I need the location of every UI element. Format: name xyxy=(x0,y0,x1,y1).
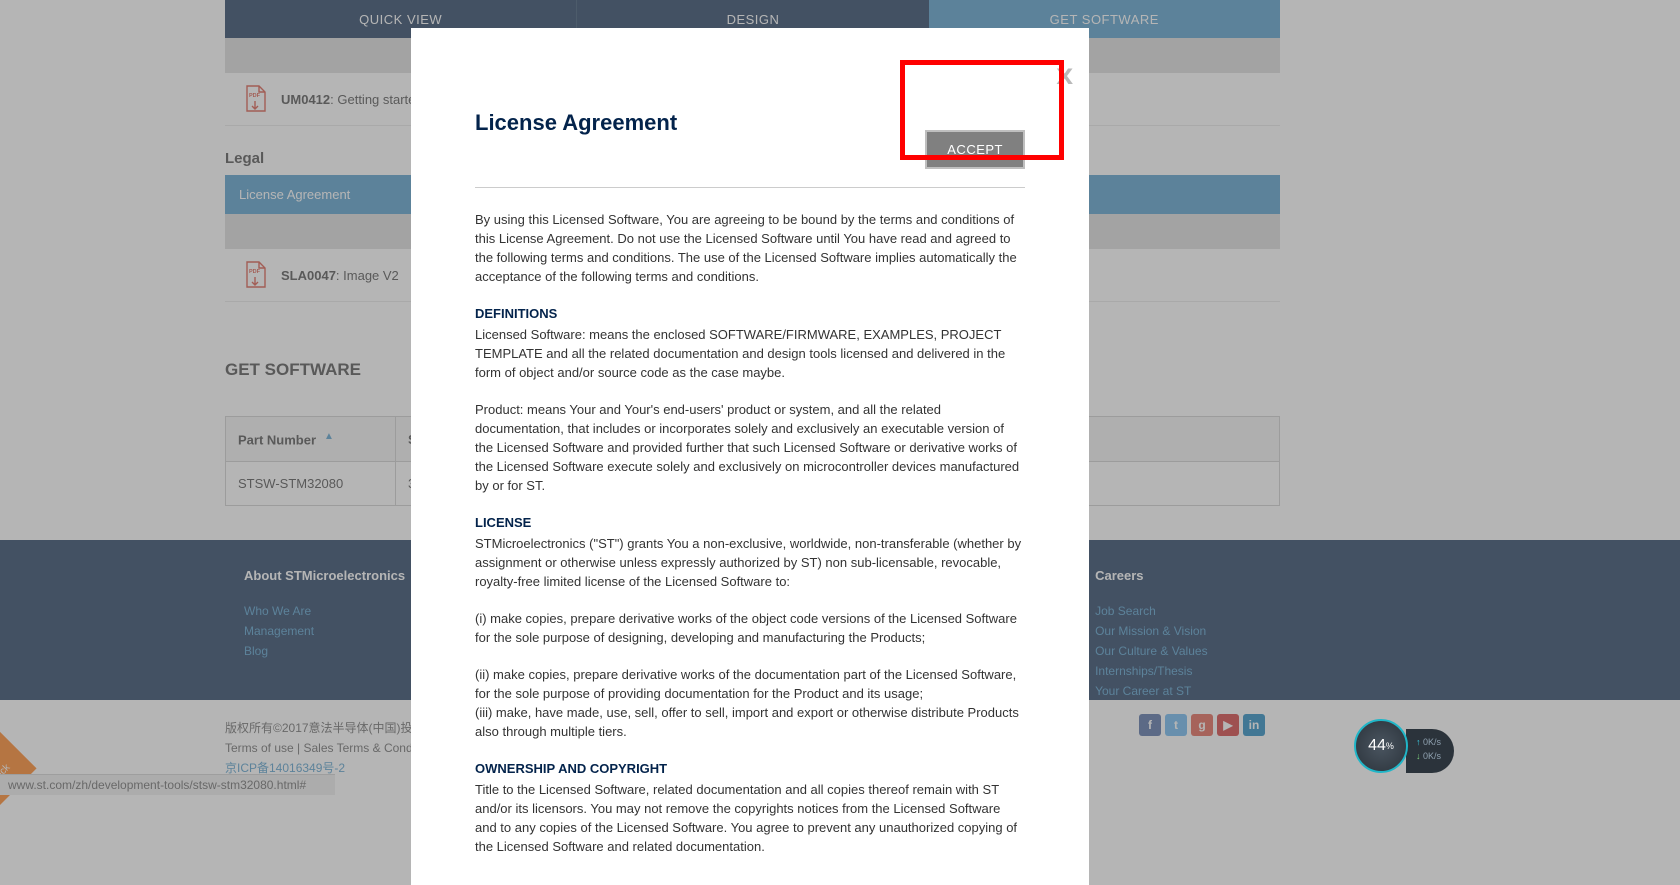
upload-arrow-icon: ↑ xyxy=(1416,737,1421,747)
divider xyxy=(475,187,1025,188)
network-monitor-widget[interactable]: 44% xyxy=(1354,719,1408,773)
license-text: Licensed Software: means the enclosed SO… xyxy=(475,325,1025,382)
license-text: (i) make copies, prepare derivative work… xyxy=(475,609,1025,647)
license-text: Title to the Licensed Software, related … xyxy=(475,780,1025,856)
license-text: (iii) make, have made, use, sell, offer … xyxy=(475,703,1025,741)
modal-body: By using this Licensed Software, You are… xyxy=(475,210,1025,856)
license-modal: x License Agreement ACCEPT By using this… xyxy=(411,28,1089,885)
definitions-heading: DEFINITIONS xyxy=(475,304,1025,323)
license-intro: By using this Licensed Software, You are… xyxy=(475,210,1025,286)
license-text: Product: means Your and Your's end-users… xyxy=(475,400,1025,495)
license-text: STMicroelectronics ("ST") grants You a n… xyxy=(475,534,1025,591)
accept-button[interactable]: ACCEPT xyxy=(925,130,1025,169)
license-heading: LICENSE xyxy=(475,513,1025,532)
close-icon[interactable]: x xyxy=(1056,58,1073,92)
license-text: (ii) make copies, prepare derivative wor… xyxy=(475,665,1025,703)
ownership-heading: OWNERSHIP AND COPYRIGHT xyxy=(475,759,1025,778)
download-arrow-icon: ↓ xyxy=(1416,751,1421,761)
network-monitor-rates: ↑ 0K/s ↓ 0K/s xyxy=(1406,729,1454,773)
